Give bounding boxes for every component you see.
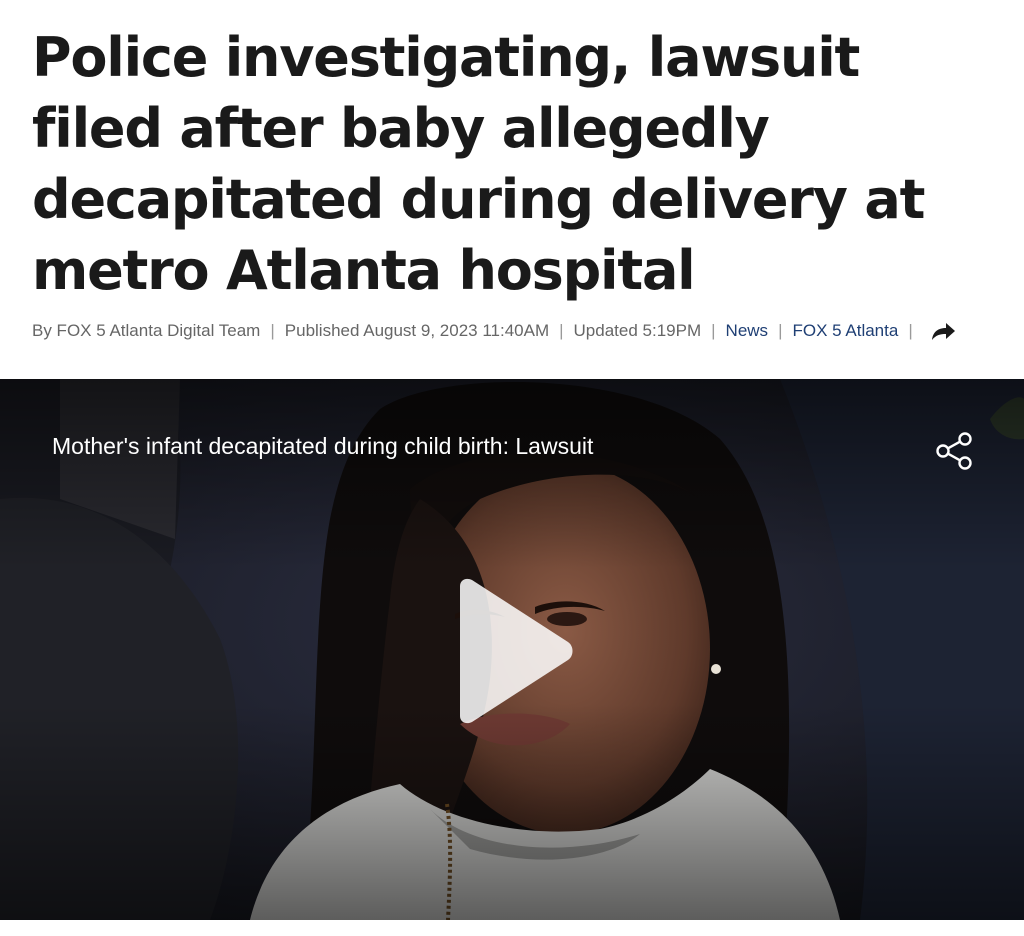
play-icon[interactable]	[446, 578, 576, 724]
byline-updated: Updated 5:19PM	[573, 321, 702, 340]
share-nodes-icon[interactable]	[934, 430, 976, 472]
share-arrow-icon[interactable]	[929, 319, 957, 343]
category-link-news[interactable]: News	[726, 321, 769, 341]
source-link-fox5[interactable]: FOX 5 Atlanta	[792, 321, 898, 341]
article-headline: Police investigating, lawsuit filed afte…	[32, 26, 925, 302]
video-title: Mother's infant decapitated during child…	[52, 433, 594, 459]
byline-separator: |	[711, 321, 716, 340]
video-player[interactable]: Mother's infant decapitated during child…	[0, 379, 1024, 920]
byline-separator: |	[908, 321, 913, 340]
byline-author: By FOX 5 Atlanta Digital Team	[32, 321, 261, 340]
byline: By FOX 5 Atlanta Digital Team | Publishe…	[32, 316, 1022, 346]
byline-separator: |	[778, 321, 783, 340]
byline-separator: |	[559, 321, 564, 340]
byline-published: Published August 9, 2023 11:40AM	[284, 321, 550, 340]
byline-separator: |	[270, 321, 275, 340]
